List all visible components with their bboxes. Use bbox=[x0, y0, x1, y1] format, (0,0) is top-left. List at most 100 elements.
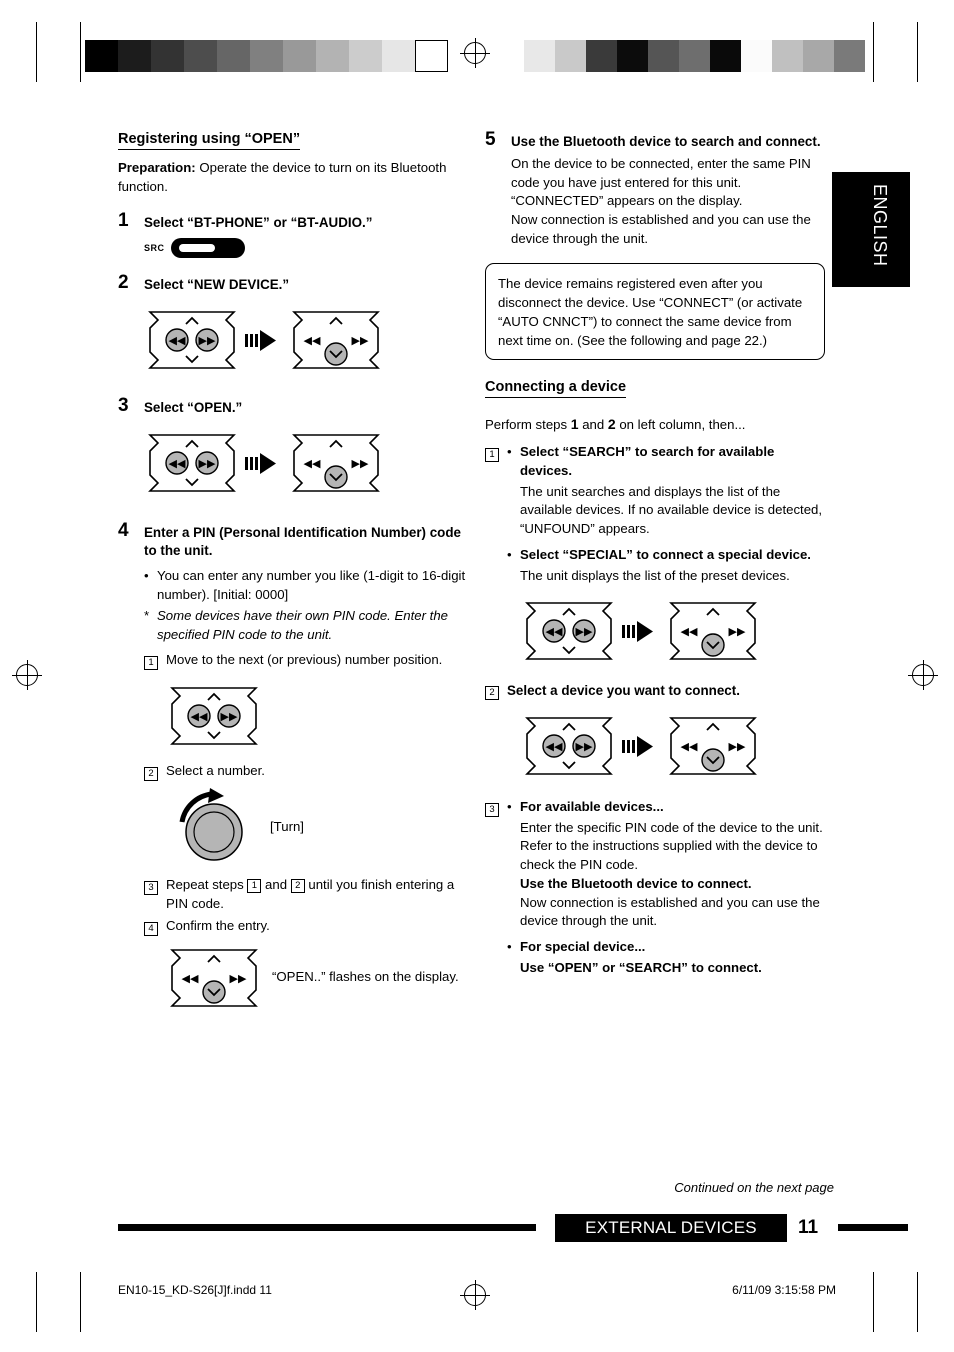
page: ENGLISH Registering using “OPEN” Prepara… bbox=[0, 0, 954, 1352]
step-4-note-text: Some devices have their own PIN code. En… bbox=[157, 608, 449, 643]
crop-mark bbox=[80, 22, 81, 82]
step-3-graphic: ◀◀ ▶▶ ◀◀ ▶▶ bbox=[144, 427, 468, 499]
svg-text:◀◀: ◀◀ bbox=[546, 740, 563, 753]
connect-item-3-bullet-1-body2: Now connection is established and you ca… bbox=[520, 894, 820, 929]
bullet-dot: • bbox=[144, 567, 149, 583]
control-panel-icon: ◀◀ ▶▶ bbox=[170, 686, 258, 745]
connect-item-2: 2 Select a device you want to connect. bbox=[485, 681, 825, 702]
crop-mark bbox=[873, 1272, 874, 1332]
connect-item-3-bullet-2: • For special device... bbox=[507, 938, 825, 957]
step-5-title: Use the Bluetooth device to search and c… bbox=[511, 134, 821, 149]
step-4-sub-4-text: Confirm the entry. bbox=[166, 917, 270, 933]
language-tab-label: ENGLISH bbox=[870, 184, 890, 267]
sub-step-marker: 3 bbox=[144, 876, 166, 913]
asterisk-mark: * bbox=[144, 608, 150, 624]
svg-text:▶▶: ▶▶ bbox=[576, 740, 593, 753]
section-heading-connecting: Connecting a device bbox=[485, 378, 627, 399]
control-panel-icon: ◀◀ ▶▶ bbox=[148, 311, 236, 370]
control-panel-icon: ◀◀ ▶▶ bbox=[669, 717, 757, 775]
svg-text:◀◀: ◀◀ bbox=[182, 972, 199, 985]
step-3-title: Select “OPEN.” bbox=[144, 400, 243, 416]
connect-item-3-body: • For available devices... Enter the spe… bbox=[507, 798, 825, 978]
connect-item-1-bullet-2: • Select “SPECIAL” to connect a special … bbox=[507, 546, 825, 565]
src-key-icon bbox=[170, 238, 245, 259]
connect-item-3-bullet-1-bold: Use the Bluetooth device to connect. bbox=[520, 875, 752, 891]
svg-text:▶▶: ▶▶ bbox=[729, 740, 746, 753]
bullet-dot: • bbox=[507, 546, 512, 562]
step-4-bullet-text: You can enter any number you like (1-dig… bbox=[157, 567, 466, 602]
repeat-step-ref-2: 2 bbox=[290, 879, 305, 894]
connect-item-1: 1 • Select “SEARCH” to search for availa… bbox=[485, 443, 825, 585]
sub-step-number: 4 bbox=[144, 921, 158, 936]
footer-section-label: EXTERNAL DEVICES bbox=[555, 1214, 787, 1242]
print-filename: EN10-15_KD-S26[J]f.indd 11 bbox=[118, 1283, 272, 1297]
left-column: Registering using “OPEN” Preparation: Op… bbox=[118, 130, 468, 1014]
svg-text:▶▶: ▶▶ bbox=[576, 625, 593, 638]
svg-text:▶▶: ▶▶ bbox=[352, 457, 369, 470]
connect-item-1-bullet-1-body: The unit searches and displays the list … bbox=[520, 483, 823, 537]
step-3: 3 Select “OPEN.” bbox=[118, 395, 468, 417]
calibration-bar-left bbox=[85, 40, 448, 72]
connect-item-1-bullet-2-body: The unit displays the list of the preset… bbox=[520, 567, 790, 583]
svg-text:▶▶: ▶▶ bbox=[352, 334, 369, 347]
svg-text:▶▶: ▶▶ bbox=[199, 457, 216, 470]
src-button-graphic: SRC bbox=[144, 237, 468, 259]
svg-text:◀◀: ◀◀ bbox=[681, 625, 698, 638]
bullet-dot: • bbox=[507, 444, 512, 460]
connect-item-3: 3 • For available devices... Enter the s… bbox=[485, 798, 825, 978]
flash-note: “OPEN..” flashes on the display. bbox=[272, 969, 459, 985]
step-4-sub-3-text: Repeat steps 1 and 2 until you finish en… bbox=[166, 876, 468, 913]
step-2-graphic: ◀◀ ▶▶ ◀◀ ▶▶ bbox=[144, 304, 468, 376]
bullet-dot: • bbox=[507, 799, 512, 814]
sub-step-number: 3 bbox=[485, 803, 499, 817]
step-1-title: Select “BT-PHONE” or “BT-AUDIO.” bbox=[144, 214, 373, 230]
arrow-right-icon bbox=[622, 621, 653, 643]
crop-mark bbox=[80, 1272, 81, 1332]
control-panel-icon: ◀◀ ▶▶ bbox=[148, 434, 236, 493]
svg-text:▶▶: ▶▶ bbox=[221, 710, 238, 723]
step-1: 1 Select “BT-PHONE” or “BT-AUDIO.” bbox=[118, 210, 468, 232]
connect-item-3-bullet-2-title: For special device... bbox=[520, 939, 646, 955]
sub-step-number: 2 bbox=[485, 686, 499, 701]
preparation-label: Preparation: bbox=[118, 160, 196, 176]
connect-item-3-bullet-1-body: Enter the specific PIN code of the devic… bbox=[520, 819, 823, 873]
src-label: SRC bbox=[144, 243, 165, 254]
connect-item-2-graphic: ◀◀ ▶▶ ◀◀ ▶▶ bbox=[521, 710, 825, 782]
arrow-right-icon bbox=[622, 736, 653, 757]
repeat-steps-and: and bbox=[261, 877, 291, 893]
bullet-dot: • bbox=[507, 939, 512, 955]
step-4-sub-2-text: Select a number. bbox=[166, 762, 265, 778]
connect-item-1-graphic: ◀◀ ▶▶ ◀◀ ▶▶ bbox=[521, 595, 825, 667]
step-4-confirm-graphic: ◀◀ ▶▶ “OPEN..” flashes on the display. bbox=[166, 942, 468, 1014]
svg-text:◀◀: ◀◀ bbox=[681, 740, 698, 753]
connect-item-3-bullet-1: • For available devices... bbox=[507, 798, 825, 817]
step-2-title: Select “NEW DEVICE.” bbox=[144, 277, 290, 293]
rotary-dial-icon bbox=[179, 788, 243, 862]
crop-mark bbox=[36, 22, 37, 82]
svg-text:◀◀: ◀◀ bbox=[169, 334, 186, 347]
right-column: 5 Use the Bluetooth device to search and… bbox=[485, 129, 825, 981]
perform-step-ref-1: 1 bbox=[570, 416, 579, 433]
connect-item-3-bullet-1-title: For available devices... bbox=[520, 799, 664, 814]
control-panel-icon: ◀◀ ▶▶ bbox=[525, 602, 613, 661]
crop-mark bbox=[917, 1272, 918, 1332]
step-2-number: 2 bbox=[118, 272, 129, 294]
step-4-sub-1-graphic: ◀◀ ▶▶ bbox=[166, 680, 468, 752]
perform-steps-paragraph: Perform steps 1 and 2 on left column, th… bbox=[485, 415, 825, 435]
step-4-bullet: • You can enter any number you like (1-d… bbox=[144, 567, 468, 604]
perform-suffix: on left column, then... bbox=[615, 417, 746, 433]
arrow-right-icon bbox=[245, 330, 276, 352]
step-4-sub-2: 2 Select a number. bbox=[144, 762, 468, 783]
svg-text:◀◀: ◀◀ bbox=[546, 625, 563, 638]
step-3-number: 3 bbox=[118, 395, 129, 417]
svg-text:▶▶: ▶▶ bbox=[199, 334, 216, 347]
sub-step-marker: 4 bbox=[144, 917, 166, 938]
continued-note: Continued on the next page bbox=[674, 1180, 834, 1195]
language-tab: ENGLISH bbox=[832, 172, 910, 287]
step-5-number: 5 bbox=[485, 129, 496, 150]
footer-rule-left bbox=[118, 1224, 536, 1231]
step-2: 2 Select “NEW DEVICE.” bbox=[118, 273, 468, 294]
svg-text:◀◀: ◀◀ bbox=[304, 457, 321, 470]
registration-mark bbox=[460, 38, 490, 68]
control-panel-icon: ◀◀ ▶▶ bbox=[292, 434, 380, 493]
